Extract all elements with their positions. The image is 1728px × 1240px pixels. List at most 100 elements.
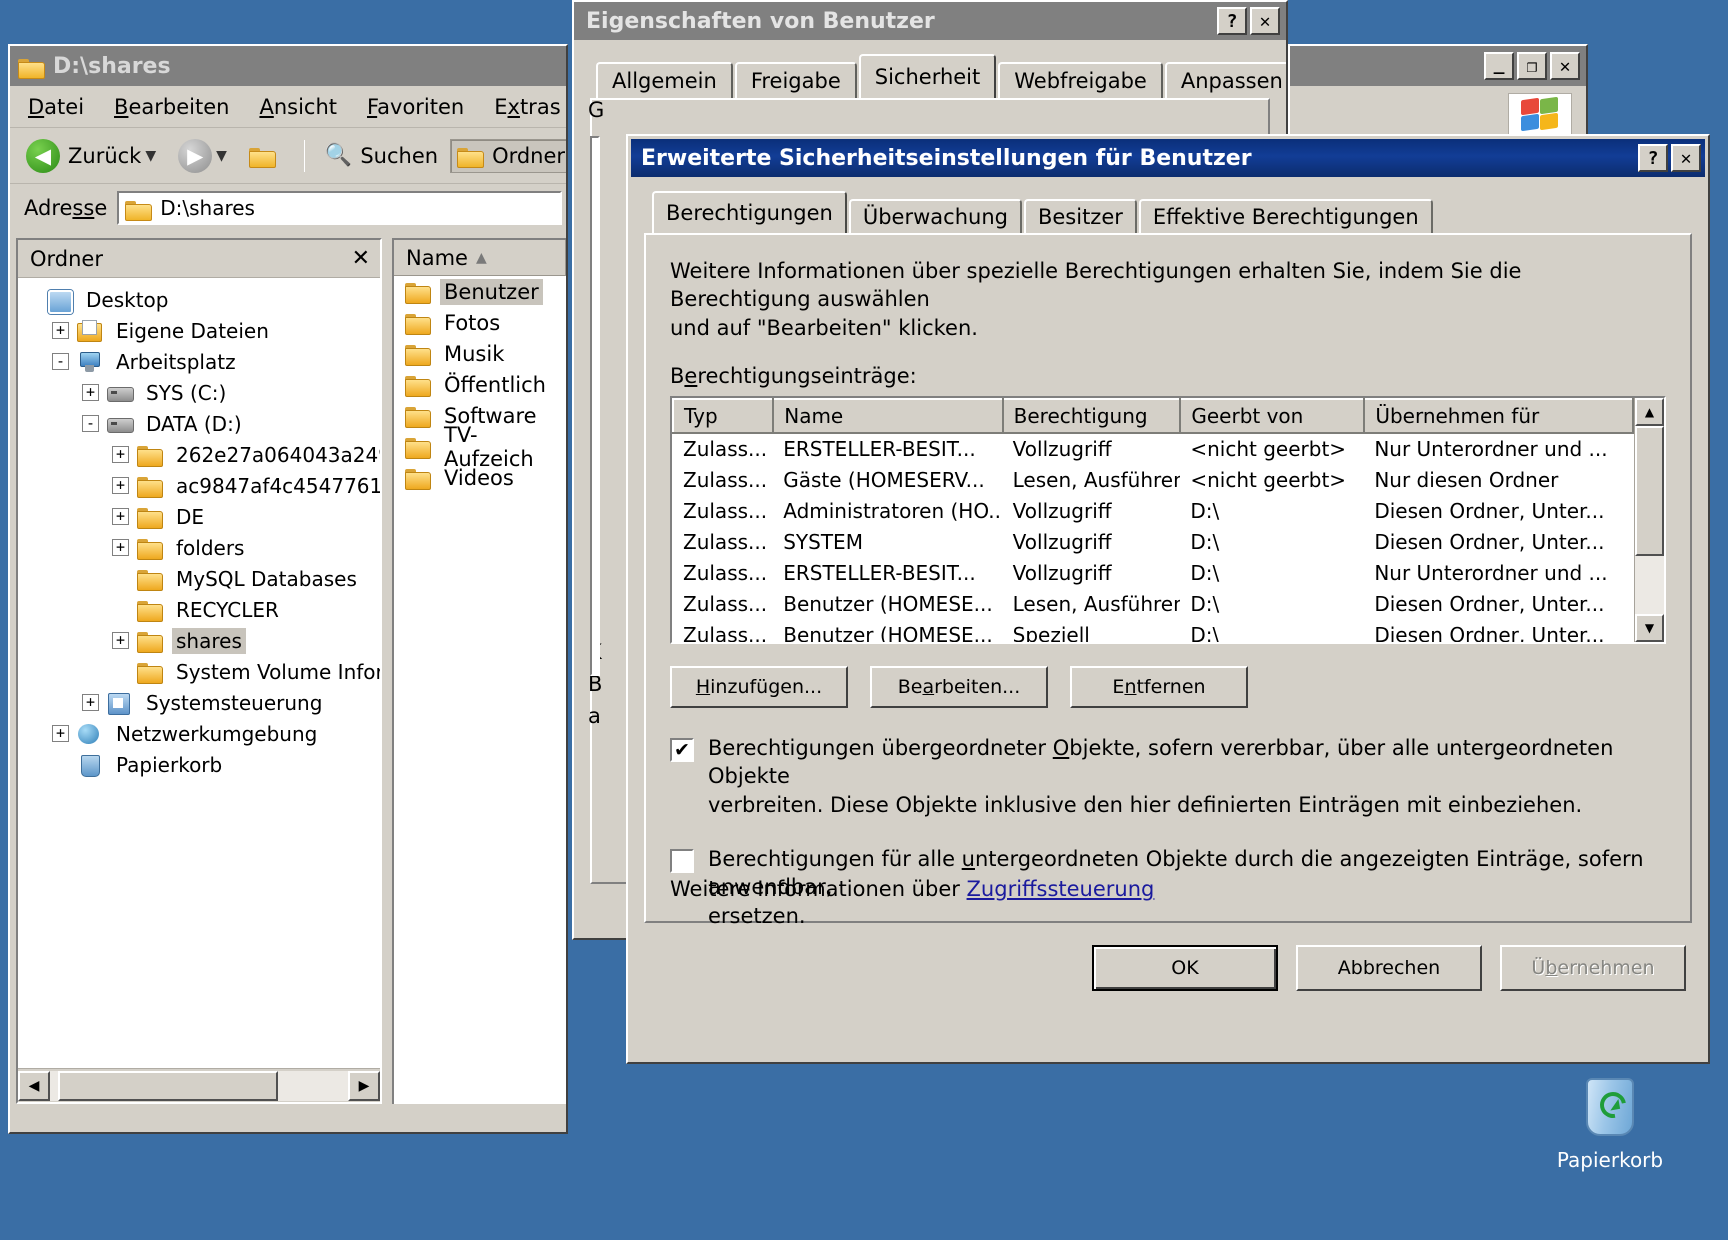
column-header[interactable]: Name <box>773 399 1002 433</box>
file-list[interactable]: BenutzerFotosMusikÖffentlichSoftwareTV-A… <box>394 276 566 493</box>
desktop-icon-recycle-bin[interactable]: Papierkorb <box>1535 1070 1685 1172</box>
tab-webfreigabe[interactable]: Webfreigabe <box>998 62 1163 98</box>
tree-node[interactable]: System Volume Informat <box>22 656 380 687</box>
expand-icon[interactable]: + <box>52 725 69 742</box>
list-item[interactable]: Öffentlich <box>394 369 566 400</box>
tree-node[interactable]: RECYCLER <box>22 594 380 625</box>
permission-table[interactable]: TypNameBerechtigungGeerbt vonÜbernehmen … <box>672 398 1634 642</box>
list-item[interactable]: Musik <box>394 338 566 369</box>
tree-node[interactable]: Papierkorb <box>22 749 380 780</box>
table-row[interactable]: Zulass...Benutzer (HOMESE...Lesen, Ausfü… <box>673 588 1633 619</box>
menu-datei[interactable]: Datei <box>28 95 84 119</box>
help-button[interactable]: ? <box>1638 144 1668 172</box>
table-row[interactable]: Zulass...ERSTELLER-BESIT...VollzugriffD:… <box>673 557 1633 588</box>
tab-berechtigungen[interactable]: Berechtigungen <box>652 191 847 233</box>
tab-anpassen[interactable]: Anpassen <box>1165 62 1288 98</box>
scroll-thumb[interactable] <box>1635 426 1664 556</box>
up-button[interactable] <box>243 141 290 170</box>
expand-icon[interactable]: + <box>82 384 99 401</box>
list-item[interactable]: TV-Aufzeich <box>394 431 566 462</box>
advanced-security-dialog[interactable]: Erweiterte Sicherheitseinstellungen für … <box>626 134 1710 1064</box>
expand-icon[interactable]: + <box>82 694 99 711</box>
scroll-up-arrow-icon[interactable]: ▲ <box>1635 398 1664 426</box>
table-header-row[interactable]: TypNameBerechtigungGeerbt vonÜbernehmen … <box>673 399 1633 433</box>
expand-icon[interactable]: + <box>52 322 69 339</box>
scroll-track[interactable] <box>50 1071 348 1101</box>
permission-grid-scrollbar[interactable]: ▲ ▼ <box>1634 398 1664 642</box>
close-button[interactable]: ✕ <box>1250 7 1280 35</box>
back-button[interactable]: ◀ Zurück ▼ <box>20 135 166 177</box>
column-header[interactable]: Geerbt von <box>1180 399 1364 433</box>
column-header[interactable]: Berechtigung <box>1003 399 1181 433</box>
menu-bearbeiten[interactable]: Bearbeiten <box>114 95 229 119</box>
tab-effektive-berechtigungen[interactable]: Effektive Berechtigungen <box>1139 199 1433 233</box>
scroll-left-arrow-icon[interactable]: ◀ <box>18 1071 50 1101</box>
close-icon[interactable]: ✕ <box>352 246 370 271</box>
maximize-button[interactable]: ❐ <box>1517 52 1547 80</box>
tree-node[interactable]: +Netzwerkumgebung <box>22 718 380 749</box>
column-header-name[interactable]: Name <box>406 246 468 270</box>
access-control-link[interactable]: Zugriffssteuerung <box>967 877 1155 901</box>
tree-node[interactable]: +SYS (C:) <box>22 377 380 408</box>
cancel-button[interactable]: Abbrechen <box>1296 945 1482 991</box>
folders-button[interactable]: Ordner <box>450 139 568 173</box>
chevron-down-icon[interactable]: ▼ <box>145 148 156 164</box>
add-button[interactable]: Hinzufügen... <box>670 666 848 708</box>
menu-extras[interactable]: Extras <box>494 95 560 119</box>
table-row[interactable]: Zulass...ERSTELLER-BESIT...Vollzugriff<n… <box>673 433 1633 464</box>
tab-ueberwachung[interactable]: Überwachung <box>849 199 1022 233</box>
list-item[interactable]: Benutzer <box>394 276 566 307</box>
minimize-button[interactable]: _ <box>1484 52 1514 80</box>
apply-button[interactable]: Übernehmen <box>1500 945 1686 991</box>
table-row[interactable]: Zulass...SYSTEMVollzugriffD:\Diesen Ordn… <box>673 526 1633 557</box>
menu-favoriten[interactable]: Favoriten <box>367 95 464 119</box>
menu-ansicht[interactable]: Ansicht <box>259 95 337 119</box>
column-header[interactable]: Typ <box>673 399 773 433</box>
replace-permissions-checkbox[interactable] <box>670 849 694 873</box>
folder-tree[interactable]: Desktop+Eigene Dateien-Arbeitsplatz+SYS … <box>18 278 380 1068</box>
tab-sicherheit[interactable]: Sicherheit <box>859 54 997 98</box>
list-item[interactable]: Fotos <box>394 307 566 338</box>
tab-allgemein[interactable]: Allgemein <box>596 62 733 98</box>
inherit-permissions-row[interactable]: ✔ Berechtigungen übergeordneter Objekte,… <box>670 734 1666 819</box>
collapse-icon[interactable]: - <box>52 353 69 370</box>
edit-button[interactable]: Bearbeiten... <box>870 666 1048 708</box>
tree-node[interactable]: +shares <box>22 625 380 656</box>
tree-node[interactable]: +ac9847af4c454776197f6 <box>22 470 380 501</box>
tree-node[interactable]: +folders <box>22 532 380 563</box>
table-row[interactable]: Zulass...Gäste (HOMESERV...Lesen, Ausfüh… <box>673 464 1633 495</box>
explorer-window[interactable]: D:\shares Datei Bearbeiten Ansicht Favor… <box>8 44 568 1134</box>
tree-horizontal-scrollbar[interactable]: ◀ ▶ <box>18 1068 380 1102</box>
tree-node[interactable]: Desktop <box>22 284 380 315</box>
tree-node[interactable]: +Systemsteuerung <box>22 687 380 718</box>
tree-node[interactable]: MySQL Databases <box>22 563 380 594</box>
permission-grid-body[interactable]: TypNameBerechtigungGeerbt vonÜbernehmen … <box>672 398 1634 642</box>
scroll-thumb[interactable] <box>58 1071 278 1101</box>
search-button[interactable]: 🔍 Suchen <box>319 139 444 172</box>
forward-button[interactable]: ▶ ▼ <box>172 135 237 177</box>
tree-node[interactable]: +262e27a064043a24932 <box>22 439 380 470</box>
expand-icon[interactable]: + <box>112 539 129 556</box>
table-row[interactable]: Zulass...Administratoren (HO...Vollzugri… <box>673 495 1633 526</box>
close-button[interactable]: ✕ <box>1671 144 1701 172</box>
scroll-down-arrow-icon[interactable]: ▼ <box>1635 614 1664 642</box>
expand-icon[interactable]: + <box>112 477 129 494</box>
close-button[interactable]: ✕ <box>1550 52 1580 80</box>
help-button[interactable]: ? <box>1217 7 1247 35</box>
scroll-right-arrow-icon[interactable]: ▶ <box>348 1071 380 1101</box>
scroll-track[interactable] <box>1635 426 1664 614</box>
remove-button[interactable]: Entfernen <box>1070 666 1248 708</box>
tab-freigabe[interactable]: Freigabe <box>735 62 857 98</box>
collapse-icon[interactable]: - <box>82 415 99 432</box>
inherit-permissions-checkbox[interactable]: ✔ <box>670 738 694 762</box>
address-input[interactable]: D:\shares <box>117 191 562 225</box>
column-header[interactable]: Übernehmen für <box>1364 399 1633 433</box>
permission-entries-grid[interactable]: TypNameBerechtigungGeerbt vonÜbernehmen … <box>670 396 1666 644</box>
table-body[interactable]: Zulass...ERSTELLER-BESIT...Vollzugriff<n… <box>673 433 1633 642</box>
expand-icon[interactable]: + <box>112 446 129 463</box>
table-row[interactable]: Zulass...Benutzer (HOMESE...SpeziellD:\D… <box>673 619 1633 642</box>
tree-node[interactable]: +DE <box>22 501 380 532</box>
file-list-header[interactable]: Name ▲ <box>394 240 566 276</box>
tree-node[interactable]: -Arbeitsplatz <box>22 346 380 377</box>
tab-besitzer[interactable]: Besitzer <box>1024 199 1137 233</box>
